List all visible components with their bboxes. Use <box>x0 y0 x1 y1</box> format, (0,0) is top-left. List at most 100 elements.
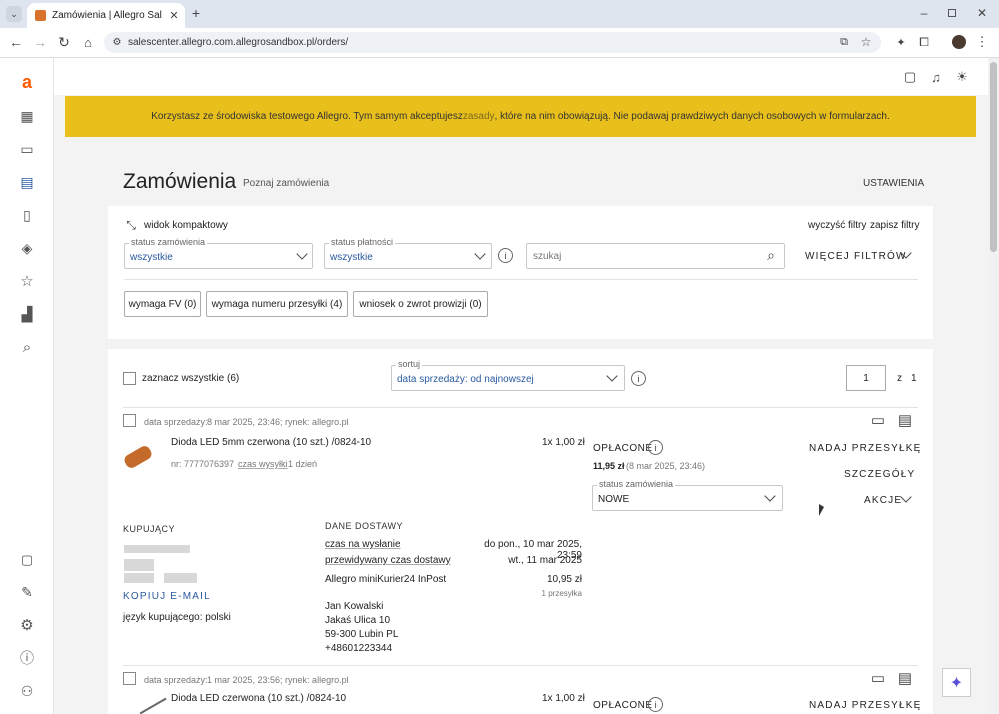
extension-pin-icon[interactable]: ✦ <box>894 35 908 49</box>
paid-date: (8 mar 2025, 23:46) <box>626 461 706 471</box>
back-icon[interactable]: ← <box>8 34 24 50</box>
divider <box>123 665 918 666</box>
browser-menu-icon[interactable]: ⋮ <box>975 34 989 49</box>
install-app-icon[interactable]: ⧉ <box>837 35 851 49</box>
add-note-icon[interactable]: ▤ <box>895 669 915 687</box>
divider <box>123 407 918 408</box>
expand-icon[interactable]: ⤡ <box>124 218 138 232</box>
send-package-button[interactable]: NADAJ PRZESYŁKĘ <box>809 700 921 711</box>
orders-icon[interactable]: ▤ <box>15 170 39 194</box>
offer-number[interactable]: nr: 7777076397 <box>171 459 234 469</box>
ratings-star-icon[interactable]: ☆ <box>15 269 39 293</box>
carrier-price: 10,95 zł <box>546 574 582 585</box>
chevron-down-icon <box>474 248 486 260</box>
add-note-icon[interactable]: ▤ <box>895 411 915 429</box>
send-package-button[interactable]: NADAJ PRZESYŁKĘ <box>809 443 921 454</box>
statistics-icon[interactable]: ▟ <box>15 302 39 326</box>
page-of-label: z <box>897 373 902 384</box>
select-all-checkbox[interactable] <box>123 372 136 385</box>
product-image[interactable] <box>122 443 154 471</box>
help-icon[interactable]: ⓘ <box>15 646 39 670</box>
tab-search-icon[interactable]: ⌄ <box>6 6 22 22</box>
product-title[interactable]: Dioda LED 5mm czerwona (10 szt.) /0824-1… <box>171 437 371 448</box>
info-icon[interactable]: i <box>648 697 663 712</box>
copy-email-button[interactable]: KOPIUJ E-MAIL <box>123 591 211 602</box>
banner-rules-link[interactable]: zasady <box>463 111 495 122</box>
minimize-icon[interactable]: – <box>917 6 931 20</box>
chip-commission-refund[interactable]: wniosek o zwrot prowizji (0) <box>353 291 488 317</box>
url-bar[interactable]: ⚙ salescenter.allegro.com.allegrosandbox… <box>104 32 881 53</box>
promotions-tag-icon[interactable]: ◈ <box>15 236 39 260</box>
dashboard-icon[interactable]: ▦ <box>15 104 39 128</box>
add-calendar-icon[interactable]: ▭ <box>868 411 888 429</box>
allegro-logo-icon[interactable]: a <box>15 70 39 94</box>
sort-value: data sprzedaży: od najnowszej <box>397 374 534 385</box>
chip-requires-tracking[interactable]: wymaga numeru przesyłki (4) <box>206 291 348 317</box>
shipping-time-label[interactable]: czas wysyłki <box>238 459 288 469</box>
info-icon[interactable]: i <box>498 248 513 263</box>
settings-link[interactable]: USTAWIENIA <box>863 178 924 189</box>
bookmark-star-icon[interactable]: ☆ <box>859 35 873 49</box>
sort-select[interactable]: sortuj data sprzedaży: od najnowszej <box>391 359 625 391</box>
browser-tab[interactable]: Zamówienia | Allegro Sales Cen ✕ <box>27 3 185 28</box>
shipping-time-value: : 1 dzień <box>283 459 318 469</box>
product-image[interactable] <box>139 697 167 714</box>
search-icon[interactable]: ⌕ <box>15 335 39 359</box>
search-icon[interactable]: ⌕ <box>763 247 779 263</box>
actions-button[interactable]: AKCJE <box>864 495 902 506</box>
order-status-value: NOWE <box>598 494 630 505</box>
banner-text-after: , które na nim obowiązują. Nie podawaj p… <box>494 111 890 122</box>
theme-bulb-icon[interactable]: ☀ <box>954 69 970 85</box>
search-placeholder: szukaj <box>533 251 562 262</box>
returns-icon[interactable]: ▯ <box>15 203 39 227</box>
product-title[interactable]: Dioda LED czerwona (10 szt.) /0824-10 <box>171 693 346 704</box>
new-tab-icon[interactable]: + <box>189 5 203 21</box>
close-window-icon[interactable]: ✕ <box>975 6 989 20</box>
scrollbar-thumb[interactable] <box>990 62 997 252</box>
close-tab-icon[interactable]: ✕ <box>167 8 181 22</box>
ship-by-label[interactable]: czas na wysłanie <box>325 539 401 550</box>
address-phone: +48601223344 <box>325 643 393 654</box>
info-icon[interactable]: i <box>648 440 663 455</box>
order-status-select[interactable]: status zamówienia NOWE <box>592 479 783 511</box>
search-field[interactable]: szukaj ⌕ <box>526 243 785 269</box>
compact-view-toggle[interactable]: widok kompaktowy <box>144 220 228 231</box>
reload-icon[interactable]: ↻ <box>56 34 72 50</box>
add-calendar-icon[interactable]: ▭ <box>868 669 888 687</box>
home-icon[interactable]: ⌂ <box>80 34 96 50</box>
order-checkbox[interactable] <box>123 672 136 685</box>
page-title: Zamówienia <box>123 170 237 193</box>
more-filters-button[interactable]: WIĘCEJ FILTRÓW <box>805 251 907 262</box>
profile-avatar[interactable] <box>952 35 966 49</box>
clear-filters-link[interactable]: wyczyść filtry <box>808 220 866 231</box>
chat-icon[interactable]: ▢ <box>902 69 918 85</box>
buyer-phone-redacted <box>164 573 197 583</box>
order-checkbox[interactable] <box>123 414 136 427</box>
info-icon[interactable]: i <box>631 371 646 386</box>
eta-label[interactable]: przewidywany czas dostawy <box>325 555 451 566</box>
payment-status-select[interactable]: status płatności wszystkie <box>324 237 492 269</box>
assistant-sparkle-icon[interactable]: ✦ <box>942 668 971 697</box>
offers-icon[interactable]: ▭ <box>15 137 39 161</box>
maximize-icon[interactable] <box>948 9 956 17</box>
account-icon[interactable]: ⚇ <box>15 679 39 703</box>
messages-icon[interactable]: ▢ <box>15 548 39 572</box>
chip-requires-invoice[interactable]: wymaga FV (0) <box>124 291 201 317</box>
order-status-select[interactable]: status zamówienia wszystkie <box>124 237 313 269</box>
site-info-icon[interactable]: ⚙ <box>110 35 124 49</box>
save-filters-link[interactable]: zapisz filtry <box>870 220 919 231</box>
details-button[interactable]: SZCZEGÓŁY <box>844 469 915 480</box>
forward-icon[interactable]: → <box>32 34 48 50</box>
buyer-email-redacted <box>124 573 154 583</box>
extensions-icon[interactable]: ⧠ <box>917 35 931 49</box>
settings-gear-icon[interactable]: ⚙ <box>15 613 39 637</box>
page-input[interactable]: 1 <box>846 365 886 391</box>
eta-value: wt., 11 mar 2025 <box>508 555 582 566</box>
learn-orders-link[interactable]: Poznaj zamówienia <box>243 178 329 189</box>
notifications-bell-icon[interactable]: ♫ <box>928 69 944 85</box>
browser-tab-bar: ⌄ Zamówienia | Allegro Sales Cen ✕ + – ✕ <box>0 0 999 28</box>
buyer-heading: KUPUJĄCY <box>123 524 176 534</box>
edit-icon[interactable]: ✎ <box>15 580 39 604</box>
payment-status: OPŁACONE <box>593 443 653 454</box>
buyer-language: język kupującego: polski <box>123 612 231 623</box>
